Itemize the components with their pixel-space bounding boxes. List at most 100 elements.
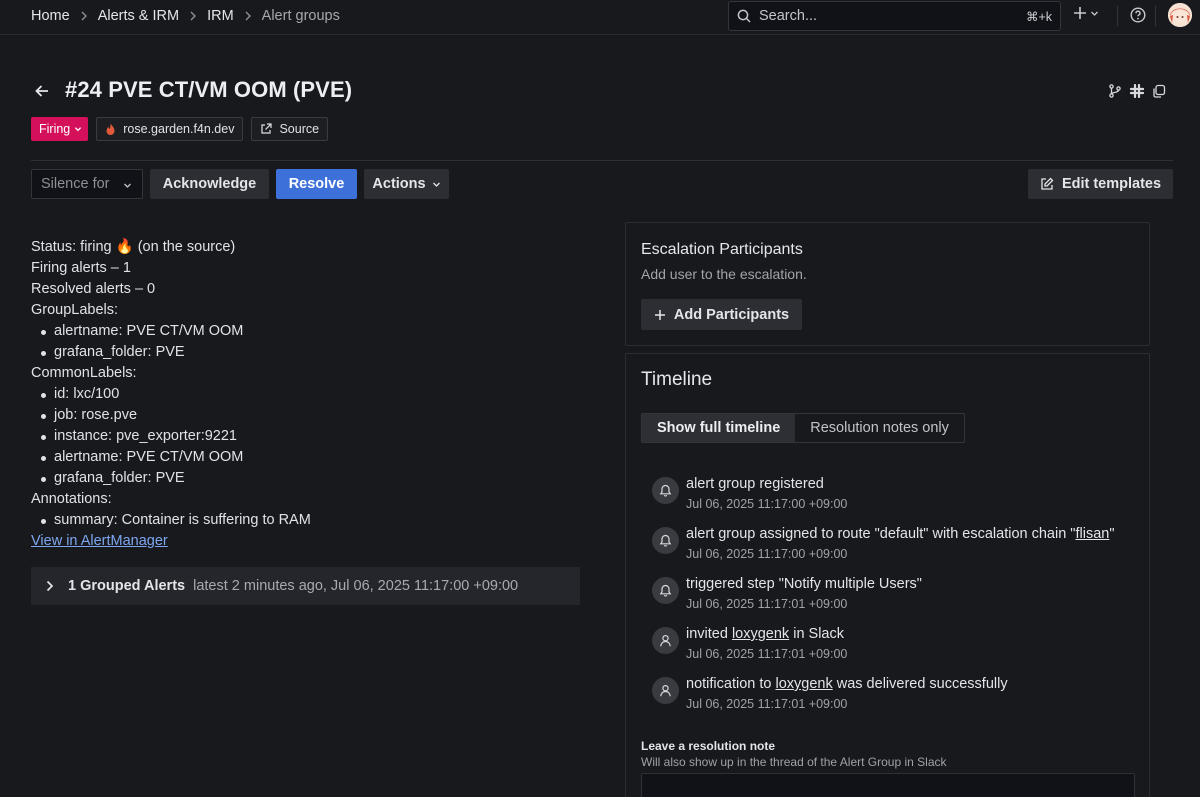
add-participants-button[interactable]: Add Participants bbox=[641, 299, 802, 330]
timeline-event-link[interactable]: loxygenk bbox=[732, 626, 789, 642]
alertmanager-flame-icon bbox=[106, 123, 115, 135]
breadcrumb-home[interactable]: Home bbox=[31, 8, 70, 24]
resolution-note-label: Leave a resolution note bbox=[641, 739, 776, 753]
chevron-right-icon bbox=[245, 11, 251, 20]
plus-icon bbox=[654, 309, 665, 320]
timeline-event-link[interactable]: loxygenk bbox=[775, 676, 832, 692]
timeline-event-link[interactable]: flisan bbox=[1075, 526, 1109, 542]
slack-button[interactable] bbox=[1130, 84, 1144, 98]
timeline-event-text-post: " bbox=[1109, 526, 1115, 542]
actions-menu-label: Actions bbox=[372, 176, 426, 192]
toolbar-divider bbox=[1117, 6, 1118, 26]
list-item: instance: pve_exporter:9221 bbox=[31, 426, 311, 447]
header-divider bbox=[31, 160, 1173, 161]
source-link[interactable]: Source bbox=[251, 117, 329, 141]
silence-select-label: Silence for bbox=[41, 176, 110, 192]
common-labels-list: id: lxc/100 job: rose.pve instance: pve_… bbox=[31, 384, 311, 489]
timeline-event-time: Jul 06, 2025 11:17:01 +09:00 bbox=[686, 647, 848, 661]
avatar[interactable] bbox=[1168, 3, 1192, 27]
timeline-event-time: Jul 06, 2025 11:17:01 +09:00 bbox=[686, 697, 848, 711]
plus-icon bbox=[1074, 7, 1086, 19]
search-icon bbox=[737, 9, 751, 23]
list-item: grafana_folder: PVE bbox=[31, 468, 311, 489]
breadcrumb-alerts-irm[interactable]: Alerts & IRM bbox=[98, 8, 179, 24]
status-badge[interactable]: Firing bbox=[31, 117, 89, 141]
annotations-heading: Annotations: bbox=[31, 491, 112, 507]
escalation-title: Escalation Participants bbox=[641, 241, 803, 258]
list-item: job: rose.pve bbox=[31, 405, 311, 426]
grouped-alerts-row[interactable]: 1 Grouped Alerts latest 2 minutes ago, J… bbox=[31, 567, 580, 605]
timeline-event-text: alert group registered bbox=[686, 475, 1114, 494]
timeline-event-text-pre: invited bbox=[686, 626, 732, 642]
timeline-events: alert group registered Jul 06, 2025 11:17… bbox=[652, 475, 1114, 725]
integration-tag[interactable]: rose.garden.f4n.dev bbox=[96, 117, 244, 141]
chevron-right-icon bbox=[190, 11, 197, 20]
grouped-alerts-title: 1 Grouped Alerts bbox=[68, 578, 186, 594]
timeline-event-time: Jul 06, 2025 11:17:00 +09:00 bbox=[686, 547, 848, 561]
status-line: Status: firing 🔥 (on the source) bbox=[31, 239, 236, 255]
edit-templates-label: Edit templates bbox=[1061, 176, 1162, 192]
resolution-note-hint: Will also show up in the thread of the A… bbox=[641, 755, 947, 769]
silence-select[interactable]: Silence for bbox=[31, 169, 143, 199]
list-item: alertname: PVE CT/VM OOM bbox=[31, 321, 311, 342]
edit-icon bbox=[1041, 177, 1054, 190]
tab-full-timeline[interactable]: Show full timeline bbox=[642, 414, 796, 442]
acknowledge-button[interactable]: Acknowledge bbox=[150, 169, 269, 199]
escalation-panel: Escalation Participants Add user to the … bbox=[625, 222, 1150, 346]
resolution-note-input[interactable] bbox=[641, 773, 1135, 797]
tab-resolution-notes[interactable]: Resolution notes only bbox=[795, 414, 964, 442]
source-link-label: Source bbox=[279, 122, 320, 136]
integration-route-button[interactable] bbox=[1108, 84, 1122, 98]
resolve-button[interactable]: Resolve bbox=[276, 169, 357, 199]
help-button[interactable] bbox=[1130, 7, 1146, 23]
back-button[interactable] bbox=[34, 83, 50, 99]
common-labels-heading: CommonLabels: bbox=[31, 365, 137, 381]
breadcrumb-irm[interactable]: IRM bbox=[207, 8, 234, 24]
timeline-event-text-pre: alert group registered bbox=[686, 476, 824, 492]
arrow-left-icon bbox=[35, 85, 48, 97]
slack-icon bbox=[1130, 84, 1144, 98]
timeline-event-text: triggered step "Notify multiple Users" bbox=[686, 575, 1114, 594]
breadcrumb-alert-groups: Alert groups bbox=[261, 7, 340, 24]
toolbar-divider bbox=[1155, 6, 1156, 26]
actions-menu-button[interactable]: Actions bbox=[364, 169, 449, 199]
list-item: id: lxc/100 bbox=[31, 384, 311, 405]
list-item: summary: Container is suffering to RAM bbox=[31, 510, 311, 531]
timeline-panel: Timeline Show full timeline Resolution n… bbox=[625, 353, 1150, 797]
view-in-alertmanager-link[interactable]: View in AlertManager bbox=[31, 533, 168, 549]
new-menu-button[interactable] bbox=[1073, 6, 1099, 20]
timeline-event-text: notification to loxygenk was delivered s… bbox=[686, 675, 1114, 694]
user-icon bbox=[652, 627, 679, 654]
timeline-event: invited loxygenk in Slack Jul 06, 2025 11… bbox=[652, 625, 1114, 675]
group-labels-list: alertname: PVE CT/VM OOM grafana_folder:… bbox=[31, 321, 311, 363]
timeline-event-time: Jul 06, 2025 11:17:00 +09:00 bbox=[686, 497, 848, 511]
edit-templates-button[interactable]: Edit templates bbox=[1028, 169, 1173, 199]
timeline-event: triggered step "Notify multiple Users" Ju… bbox=[652, 575, 1114, 625]
search-shortcut: ⌘+k bbox=[1025, 9, 1052, 24]
timeline-event: notification to loxygenk was delivered s… bbox=[652, 675, 1114, 725]
timeline-event-text: alert group assigned to route "default" … bbox=[686, 525, 1114, 544]
copy-link-button[interactable] bbox=[1152, 84, 1166, 98]
chevron-right-icon bbox=[81, 11, 87, 20]
help-icon bbox=[1130, 7, 1146, 23]
list-item: grafana_folder: PVE bbox=[31, 342, 311, 363]
list-item: alertname: PVE CT/VM OOM bbox=[31, 447, 311, 468]
search-input[interactable]: Search... ⌘+k bbox=[728, 1, 1061, 31]
breadcrumb: Home Alerts & IRM IRM Alert groups bbox=[31, 0, 340, 31]
bell-icon bbox=[652, 577, 679, 604]
status-badge-label: Firing bbox=[39, 122, 71, 136]
bell-icon bbox=[652, 527, 679, 554]
header-icon-group bbox=[1108, 84, 1166, 98]
timeline-event-text-pre: triggered step "Notify multiple Users" bbox=[686, 576, 922, 592]
chevron-right-icon bbox=[46, 580, 54, 592]
top-bar: Home Alerts & IRM IRM Alert groups Searc… bbox=[0, 0, 1200, 35]
integration-tag-label: rose.garden.f4n.dev bbox=[123, 122, 235, 136]
firing-alerts-count: Firing alerts – 1 bbox=[31, 260, 131, 276]
chevron-down-icon bbox=[75, 127, 82, 132]
alert-details: Status: firing 🔥 (on the source) Firing … bbox=[31, 237, 311, 552]
page-title: #24 PVE CT/VM OOM (PVE) bbox=[65, 77, 353, 102]
timeline-event-text-pre: notification to bbox=[686, 676, 776, 692]
timeline-filter-tabs: Show full timeline Resolution notes only bbox=[641, 413, 965, 443]
add-participants-label: Add Participants bbox=[673, 306, 790, 323]
timeline-event-text-post: was delivered successfully bbox=[832, 676, 1008, 692]
